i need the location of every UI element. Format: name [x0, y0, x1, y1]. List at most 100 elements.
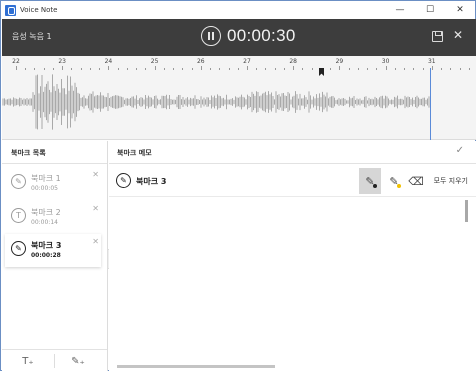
confirm-check-icon[interactable]: ✓	[456, 145, 464, 156]
eraser-icon: ⌫	[408, 174, 424, 188]
bookmark-time: 00:00:05	[31, 185, 58, 192]
title-bar: Voice Note — ☐ ✕	[1, 1, 475, 19]
bookmark-name: 북마크 3	[31, 241, 62, 250]
ruler-tick	[237, 68, 239, 70]
memo-drawing-canvas[interactable]	[109, 198, 476, 371]
ruler-tick	[71, 68, 73, 70]
bookmark-item-2[interactable]: T 북마크 2 00:00:14 ✕	[5, 201, 101, 234]
bookmark-time: 00:00:28	[31, 252, 61, 259]
vertical-scrollbar[interactable]	[465, 200, 468, 222]
bookmark-memo-panel: 북마크 메모 ✓ ✎ 북마크 3 ✎ ✎ ⌫ 모두 지우기	[109, 141, 476, 371]
pen-tool-button[interactable]: ✎	[359, 168, 381, 194]
ruler-tick	[441, 68, 443, 70]
recording-timer: 00:00:30	[227, 26, 296, 45]
ruler-tick	[404, 68, 406, 70]
ruler-tick	[173, 68, 175, 70]
pen-icon: ✎	[116, 173, 131, 188]
recording-title[interactable]: 음성 녹음 1	[12, 31, 52, 42]
memo-header: 북마크 메모 ✓	[109, 141, 476, 164]
playhead[interactable]	[430, 68, 431, 140]
ruler-tick	[117, 68, 119, 70]
ruler-tick	[191, 68, 193, 70]
ruler-label: 25	[150, 58, 159, 65]
pen-color-dot	[373, 184, 377, 188]
ruler-tick	[228, 68, 230, 70]
add-drawing-bookmark-icon[interactable]: ✎₊	[70, 354, 86, 368]
ruler-tick	[311, 68, 313, 70]
ruler-tick	[34, 68, 36, 70]
ruler-label: 27	[243, 58, 251, 65]
ruler-tick	[256, 68, 258, 70]
recording-header: 음성 녹음 1 00:00:30 ✕	[2, 19, 476, 56]
ruler-label: 22	[12, 58, 20, 65]
pen-icon: ✎	[11, 241, 26, 256]
highlighter-color-dot	[397, 184, 401, 188]
ruler-tick	[52, 68, 54, 70]
clear-all-button[interactable]: 모두 지우기	[434, 176, 468, 186]
ruler-tick	[126, 68, 128, 70]
delete-bookmark-button[interactable]: ✕	[92, 204, 99, 213]
footer-divider	[54, 354, 55, 368]
ruler-label: 28	[289, 58, 298, 65]
ruler-tick	[163, 68, 165, 70]
app-title: Voice Note	[20, 6, 58, 14]
ruler-tick	[200, 66, 202, 70]
add-text-bookmark-icon[interactable]: T₊	[20, 354, 36, 368]
ruler-tick	[145, 68, 147, 70]
bookmark-name: 북마크 2	[31, 208, 61, 217]
ruler-tick	[376, 68, 378, 70]
voice-note-app-icon	[5, 4, 16, 16]
eraser-tool-button[interactable]: ⌫	[405, 168, 427, 194]
bookmark-name: 북마크 1	[31, 174, 61, 183]
horizontal-scrollbar[interactable]	[117, 365, 275, 368]
delete-bookmark-button[interactable]: ✕	[92, 237, 99, 246]
ruler-tick	[62, 66, 64, 70]
ruler-tick	[274, 68, 276, 70]
ruler-tick	[210, 68, 212, 70]
bookmark-time: 00:00:14	[31, 219, 58, 226]
ruler-tick	[89, 68, 91, 70]
audio-waveform	[2, 74, 430, 130]
ruler-tick	[302, 68, 304, 70]
ruler-tick	[339, 66, 341, 70]
ruler-tick	[136, 68, 138, 70]
waveform-panel[interactable]: 22 23 24 25 26 27 28 29 30 31	[2, 56, 476, 140]
close-recording-button[interactable]: ✕	[453, 28, 463, 42]
ruler-label: 30	[381, 58, 390, 65]
ruler-tick	[16, 66, 17, 70]
ruler-tick	[431, 66, 433, 70]
bookmark-item-1[interactable]: ✎ 북마크 1 00:00:05 ✕	[5, 167, 101, 200]
ruler-tick	[80, 68, 82, 70]
ruler-tick	[330, 68, 332, 70]
maximize-button[interactable]: ☐	[415, 1, 445, 19]
save-icon[interactable]	[432, 31, 443, 42]
bookmark-list-title: 북마크 목록	[2, 141, 107, 164]
text-icon: T	[11, 208, 26, 223]
bookmark-list-panel: 북마크 목록 ✎ 북마크 1 00:00:05 ✕ T 북마크 2 00:00:…	[2, 141, 108, 371]
minimize-button[interactable]: —	[385, 1, 415, 19]
ruler-tick	[99, 68, 101, 70]
ruler-tick	[247, 66, 248, 70]
ruler-tick	[154, 66, 156, 70]
pen-icon: ✎	[11, 174, 26, 189]
ruler-tick	[43, 68, 45, 70]
ruler-tick	[348, 68, 350, 70]
ruler-label: 24	[104, 58, 113, 65]
ruler-tick	[367, 68, 369, 70]
ruler-tick	[219, 68, 221, 70]
delete-bookmark-button[interactable]: ✕	[92, 170, 99, 179]
ruler-tick	[25, 68, 27, 70]
ruler-tick	[468, 68, 470, 70]
ruler-tick	[394, 68, 396, 70]
ruler-tick	[182, 68, 184, 70]
memo-title: 북마크 메모	[117, 149, 152, 157]
highlighter-tool-button[interactable]: ✎	[383, 168, 405, 194]
ruler-tick	[293, 66, 295, 70]
ruler-tick	[357, 68, 359, 70]
close-window-button[interactable]: ✕	[445, 1, 475, 19]
ruler-label: 29	[335, 58, 344, 65]
pause-button[interactable]	[201, 26, 221, 46]
memo-bookmark-name: 북마크 3	[136, 177, 167, 186]
bookmark-item-3[interactable]: ✎ 북마크 3 00:00:28 ✕	[5, 234, 101, 267]
app-window: Voice Note — ☐ ✕ 음성 녹음 1 00:00:30 ✕ 22 23…	[0, 0, 476, 371]
